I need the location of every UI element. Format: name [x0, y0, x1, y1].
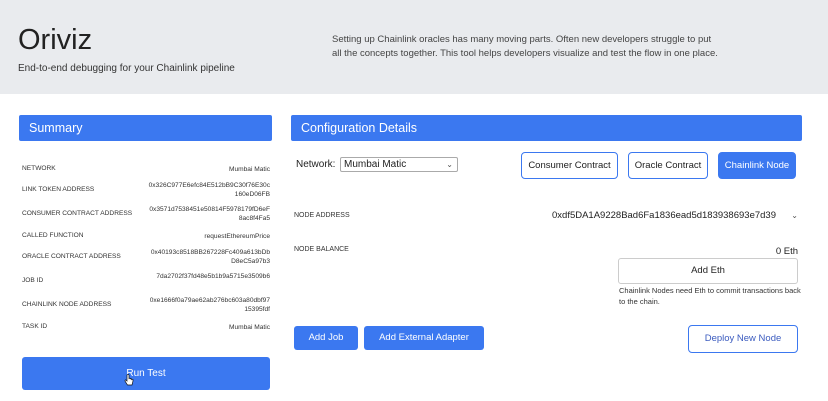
add-external-adapter-button[interactable]: Add External Adapter [364, 326, 484, 350]
node-balance-label: NODE BALANCE [294, 246, 349, 253]
deploy-new-node-button[interactable]: Deploy New Node [688, 325, 798, 353]
app-title: Oriviz [18, 24, 93, 56]
app-subtitle: End-to-end debugging for your Chainlink … [18, 63, 235, 74]
intro-line-2: all the concepts together. This tool hel… [332, 48, 718, 59]
tab-chainlink-node[interactable]: Chainlink Node [718, 152, 796, 179]
tab-oracle-contract[interactable]: Oracle Contract [628, 152, 708, 179]
intro-line-1: Setting up Chainlink oracles has many mo… [332, 34, 712, 45]
network-label: Network: [296, 159, 336, 170]
summary-key: JOB ID [22, 277, 44, 284]
summary-value: requestEthereumPrice [204, 233, 270, 240]
intro-text: Setting up Chainlink oracles has many mo… [332, 33, 752, 61]
add-eth-button[interactable]: Add Eth [618, 258, 798, 284]
chevron-down-icon: ⌄ [446, 160, 453, 169]
summary-key: TASK ID [22, 323, 48, 330]
run-test-button[interactable]: Run Test [22, 357, 270, 390]
summary-value: Mumbai Matic [228, 324, 270, 331]
summary-key: CONSUMER CONTRACT ADDRESS [22, 210, 133, 217]
summary-key: CHAINLINK NODE ADDRESS [22, 301, 112, 308]
summary-value: 0x326C977E6efc84E512bB9C30f76E30c160eD06… [148, 182, 270, 198]
tab-consumer-contract[interactable]: Consumer Contract [521, 152, 618, 179]
summary-key: CALLED FUNCTION [22, 232, 84, 239]
node-address-label: NODE ADDRESS [294, 212, 350, 219]
hand-pointer-icon [124, 374, 134, 386]
summary-heading: Summary [19, 115, 272, 141]
node-address-select[interactable]: 0xdf5DA1A9228Bad6Fa1836ead5d183938693e7d… [552, 209, 798, 223]
summary-value: 7da2702f37fd48e5b1b9a5715e3509b6 [156, 273, 270, 280]
node-address-value: 0xdf5DA1A9228Bad6Fa1836ead5d183938693e7d… [552, 210, 776, 221]
config-heading: Configuration Details [291, 115, 802, 141]
node-balance-value: 0 Eth [775, 246, 798, 257]
summary-key: ORACLE CONTRACT ADDRESS [22, 253, 121, 260]
summary-value: 0x40193c8518BB267228Fc409a613bDbD8eC5a97… [150, 249, 270, 265]
summary-key: NETWORK [22, 165, 56, 172]
summary-value: 0xe1666f0a79ae62ab276bc603a80dbf9715395f… [149, 297, 270, 313]
chevron-down-icon: ⌄ [791, 209, 798, 223]
network-select[interactable]: Mumbai Matic ⌄ [340, 157, 458, 172]
eth-note: Chainlink Nodes need Eth to commit trans… [619, 286, 801, 306]
app-header: Oriviz End-to-end debugging for your Cha… [0, 0, 828, 94]
network-select-value: Mumbai Matic [344, 159, 407, 170]
summary-value: 0x3571d7538451e50814F5978179fD6eF8ac8f4F… [149, 206, 270, 222]
add-job-button[interactable]: Add Job [294, 326, 358, 350]
summary-key: LINK TOKEN ADDRESS [22, 186, 95, 193]
summary-value: Mumbai Matic [228, 166, 270, 173]
